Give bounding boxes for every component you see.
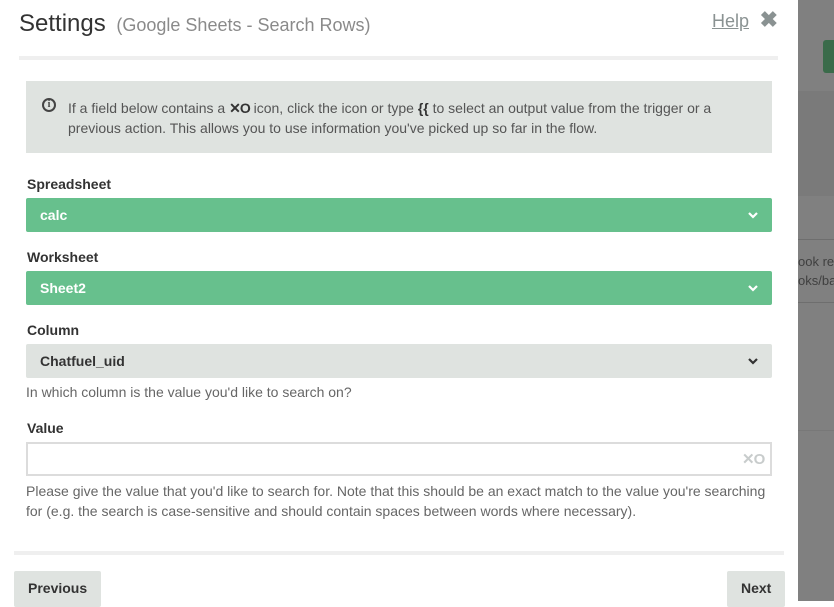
chevron-down-icon — [748, 285, 758, 292]
chevron-down-icon — [748, 358, 758, 365]
worksheet-value: Sheet2 — [40, 280, 86, 296]
background-button — [823, 40, 834, 73]
background-divider — [798, 430, 834, 431]
value-label: Value — [27, 420, 64, 436]
column-help-text: In which column is the value you'd like … — [26, 384, 352, 400]
value-input[interactable] — [26, 442, 772, 476]
next-button[interactable]: Next — [727, 571, 786, 607]
spreadsheet-label: Spreadsheet — [27, 176, 112, 192]
info-text: icon, click the icon or type — [249, 100, 418, 116]
footer-divider — [14, 551, 784, 555]
value-help-text: Please give the value that you'd like to… — [26, 483, 766, 519]
help-link[interactable]: Help — [712, 11, 749, 32]
background-band — [798, 91, 834, 196]
worksheet-select[interactable]: Sheet2 — [26, 271, 772, 305]
title-text: Settings — [19, 10, 106, 37]
background-divider — [798, 302, 834, 303]
worksheet-label: Worksheet — [27, 249, 99, 265]
chevron-down-icon — [748, 212, 758, 219]
info-text: If a field below contains a — [68, 100, 230, 116]
column-value: Chatfuel_uid — [40, 353, 125, 369]
settings-modal: Settings (Google Sheets - Search Rows) H… — [0, 0, 798, 607]
insert-field-icon[interactable]: ✕O — [742, 450, 765, 468]
column-select[interactable]: Chatfuel_uid — [26, 344, 772, 378]
spreadsheet-select[interactable]: calc — [26, 198, 772, 232]
background-divider — [798, 239, 834, 240]
spreadsheet-value: calc — [40, 207, 68, 223]
background-text-line: ook re — [798, 254, 834, 269]
modal-backdrop: ook re oks/ba — [798, 0, 834, 601]
page-title: Settings (Google Sheets - Search Rows) — [19, 10, 371, 38]
header-divider — [19, 56, 778, 60]
info-icon: i — [42, 98, 56, 112]
insert-field-icon: ✕O — [229, 100, 251, 116]
subtitle-text: (Google Sheets - Search Rows) — [116, 15, 371, 35]
modal-header: Settings (Google Sheets - Search Rows) H… — [19, 8, 778, 58]
info-banner: i If a field below contains a ✕O icon, c… — [26, 81, 772, 153]
background-text-line: oks/ba — [798, 273, 834, 288]
previous-button[interactable]: Previous — [14, 571, 102, 607]
background-text: ook re oks/ba — [798, 252, 834, 290]
close-icon[interactable]: ✖ — [760, 9, 778, 31]
column-label: Column — [27, 322, 80, 338]
braces-text: {{ — [417, 100, 429, 116]
